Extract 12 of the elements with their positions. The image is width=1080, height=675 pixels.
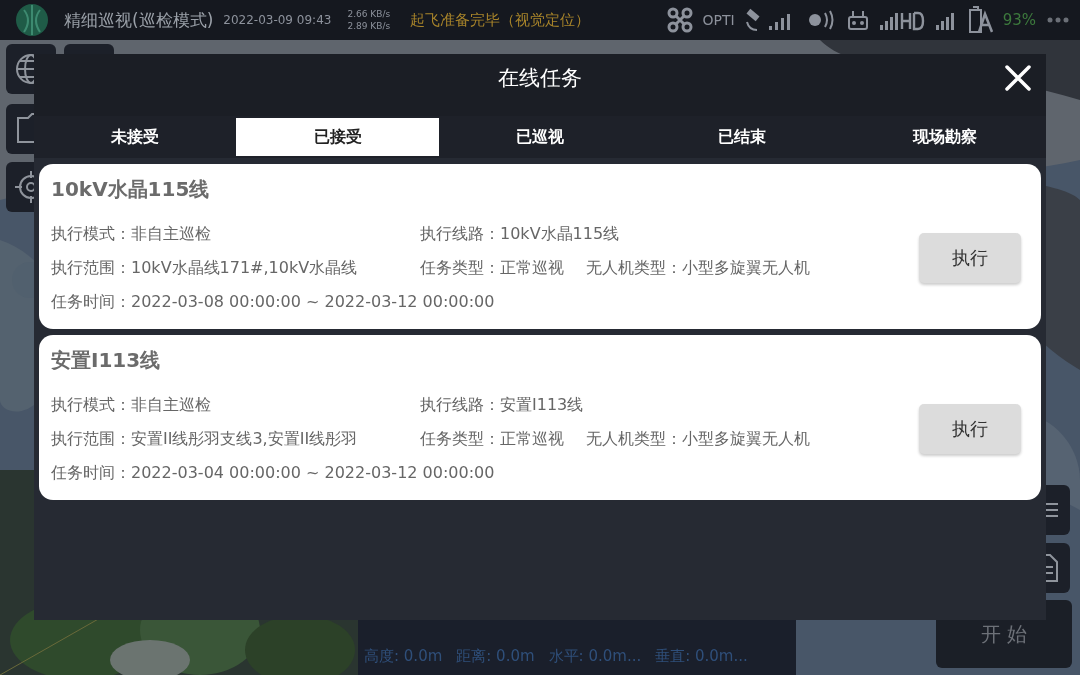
battery-icon [966, 6, 993, 34]
status-message: 起飞准备完毕（视觉定位） [410, 10, 591, 30]
more-icon[interactable] [1046, 16, 1070, 24]
upload-rate: 2.66 KB/s [347, 8, 391, 20]
date-time: 2022-03-09 09:43 [223, 13, 332, 27]
app-title: 精细巡视(巡检模式) [64, 8, 214, 32]
remote-controller-icon [846, 9, 869, 31]
drone-icon [666, 7, 693, 33]
hd-signal-icon [878, 9, 925, 31]
positioning-mode: OPTI [702, 12, 735, 28]
download-rate: 2.89 KB/s [347, 20, 391, 32]
battery-percentage: 93% [1002, 11, 1036, 29]
